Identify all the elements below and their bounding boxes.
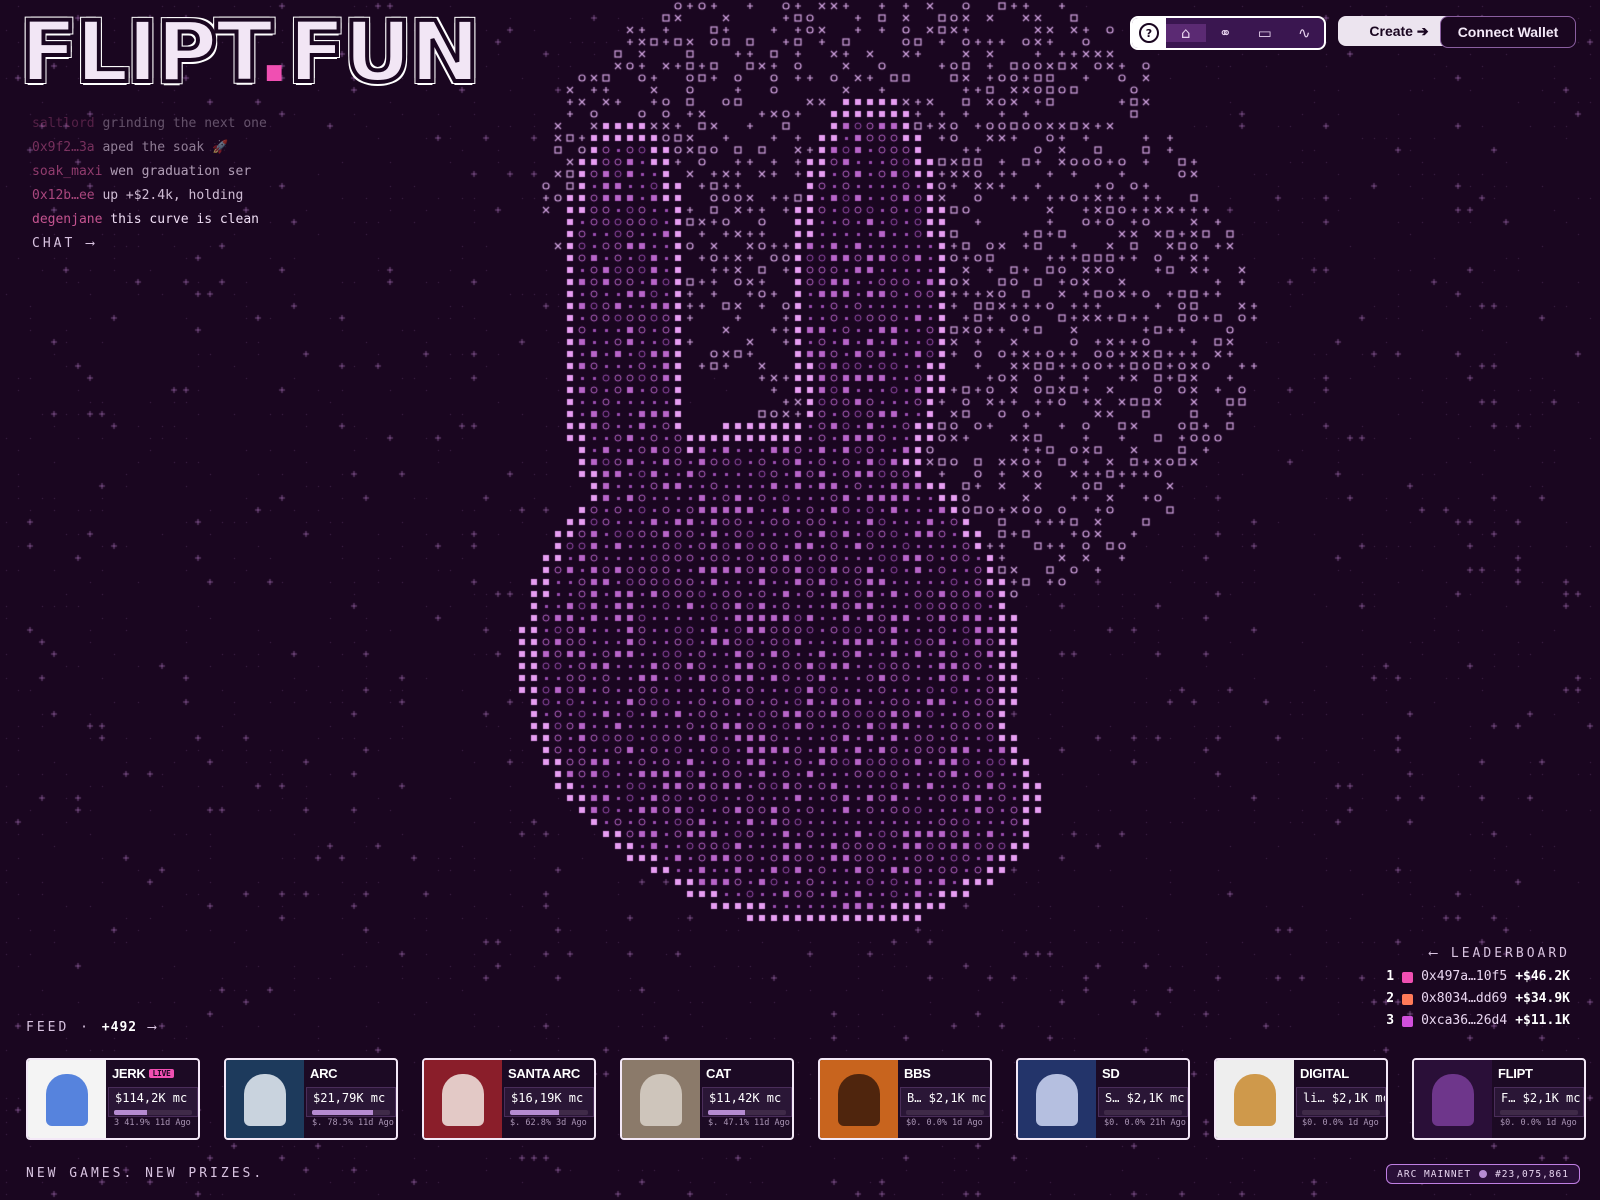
bonding-progress-bar xyxy=(1104,1110,1182,1115)
tagline: NEW GAMES. NEW PRIZES. xyxy=(26,1166,265,1181)
connect-wallet-button[interactable]: Connect Wallet xyxy=(1440,16,1576,48)
token-name: DIGITAL xyxy=(1300,1066,1349,1081)
leaderboard-row[interactable]: 3 0xca36…26d4 +$11.1K xyxy=(1386,1010,1570,1032)
token-card[interactable]: ARC $21,79K mc $. 78.5% 11d Ago xyxy=(224,1058,398,1140)
leaderboard-row[interactable]: 1 0x497a…10f5 +$46.2K xyxy=(1386,966,1570,988)
token-meta: $0. 0.0% 1d Ago xyxy=(1302,1118,1379,1128)
avatar xyxy=(1402,1015,1414,1027)
help-button[interactable]: ? xyxy=(1132,18,1166,48)
bonding-progress-bar xyxy=(906,1110,984,1115)
network-status-icon xyxy=(1479,1170,1488,1178)
token-image xyxy=(1414,1060,1492,1138)
token-name: ARC xyxy=(310,1066,338,1081)
token-image xyxy=(1018,1060,1096,1138)
token-image xyxy=(226,1060,304,1138)
nav-pill: ? ⌂ ⚭ ▭ ∿ xyxy=(1130,16,1326,50)
bonding-progress-bar xyxy=(114,1110,192,1115)
token-image xyxy=(424,1060,502,1138)
token-card[interactable]: SD S… $2,1K mc $0. 0.0% 21h Ago xyxy=(1016,1058,1190,1140)
chat-message: 0x9f2…3a aped the soak 🚀 xyxy=(32,140,229,155)
feed-link[interactable]: FEED · +492 ⟶ xyxy=(26,1020,159,1035)
token-name: FLIPT xyxy=(1498,1066,1533,1081)
token-card[interactable]: SANTA ARC $16,19K mc $. 62.8% 3d Ago xyxy=(422,1058,596,1140)
chat-message: 0x12b…ee up +$2.4k, holding xyxy=(32,188,244,203)
leaderboard: 1 0x497a…10f5 +$46.2K 2 0x8034…dd69 +$34.9K … xyxy=(1386,966,1570,1032)
chat-link[interactable]: CHAT ⟶ xyxy=(32,236,97,251)
chat-message: saltlord grinding the next one xyxy=(32,116,267,131)
token-card-list: JERK LIVE $114,2K mc 3 41.9% 11d Ago ARC $21,… xyxy=(26,1058,1586,1140)
avatar xyxy=(1402,993,1414,1005)
token-meta: $. 47.1% 11d Ago xyxy=(708,1118,790,1128)
bonding-progress-bar xyxy=(1302,1110,1380,1115)
token-meta: $. 62.8% 3d Ago xyxy=(510,1118,587,1128)
flipt-fun-logo[interactable]: FLIPT.FUN xyxy=(18,8,482,96)
bonding-progress-bar xyxy=(1500,1110,1578,1115)
token-meta: $0. 0.0% 1d Ago xyxy=(906,1118,983,1128)
token-card[interactable]: JERK LIVE $114,2K mc 3 41.9% 11d Ago xyxy=(26,1058,200,1140)
chat-message: degenjane this curve is clean xyxy=(32,212,259,227)
token-name: BBS xyxy=(904,1066,931,1081)
token-card[interactable]: BBS B… $2,1K mc $0. 0.0% 1d Ago xyxy=(818,1058,992,1140)
token-meta: $0. 0.0% 21h Ago xyxy=(1104,1118,1186,1128)
token-meta: $0. 0.0% 1d Ago xyxy=(1500,1118,1577,1128)
leaderboard-link[interactable]: ⟵ LEADERBOARD xyxy=(1429,946,1570,961)
token-image xyxy=(820,1060,898,1138)
bonding-progress-bar xyxy=(708,1110,786,1115)
token-image xyxy=(28,1060,106,1138)
home-icon[interactable]: ⌂ xyxy=(1166,24,1206,42)
token-image xyxy=(622,1060,700,1138)
token-meta: $. 78.5% 11d Ago xyxy=(312,1118,394,1128)
token-card[interactable]: CAT $11,42K mc $. 47.1% 11d Ago xyxy=(620,1058,794,1140)
token-image xyxy=(1216,1060,1294,1138)
live-badge: LIVE xyxy=(149,1069,174,1078)
wallet-icon[interactable]: ▭ xyxy=(1245,24,1285,42)
bonding-progress-bar xyxy=(510,1110,588,1115)
leaderboard-row[interactable]: 2 0x8034…dd69 +$34.9K xyxy=(1386,988,1570,1010)
chat-feed: saltlord grinding the next one 0x9f2…3a … xyxy=(32,112,267,232)
token-meta: 3 41.9% 11d Ago xyxy=(114,1118,191,1128)
token-card[interactable]: FLIPT F… $2,1K mc $0. 0.0% 1d Ago xyxy=(1412,1058,1586,1140)
token-card[interactable]: DIGITAL li… $2,1K mc $0. 0.0% 1d Ago xyxy=(1214,1058,1388,1140)
token-name: JERK LIVE xyxy=(112,1066,198,1081)
network-badge: ARC MAINNET #23,075,861 xyxy=(1386,1164,1580,1184)
bonding-progress-bar xyxy=(312,1110,390,1115)
chat-message: soak_maxi wen graduation ser xyxy=(32,164,252,179)
help-icon: ? xyxy=(1139,23,1159,43)
token-name: SANTA ARC xyxy=(508,1066,580,1081)
token-name: SD xyxy=(1102,1066,1120,1081)
activity-icon[interactable]: ∿ xyxy=(1285,24,1325,42)
avatar xyxy=(1402,971,1414,983)
token-name: CAT xyxy=(706,1066,731,1081)
link-icon[interactable]: ⚭ xyxy=(1206,24,1246,42)
